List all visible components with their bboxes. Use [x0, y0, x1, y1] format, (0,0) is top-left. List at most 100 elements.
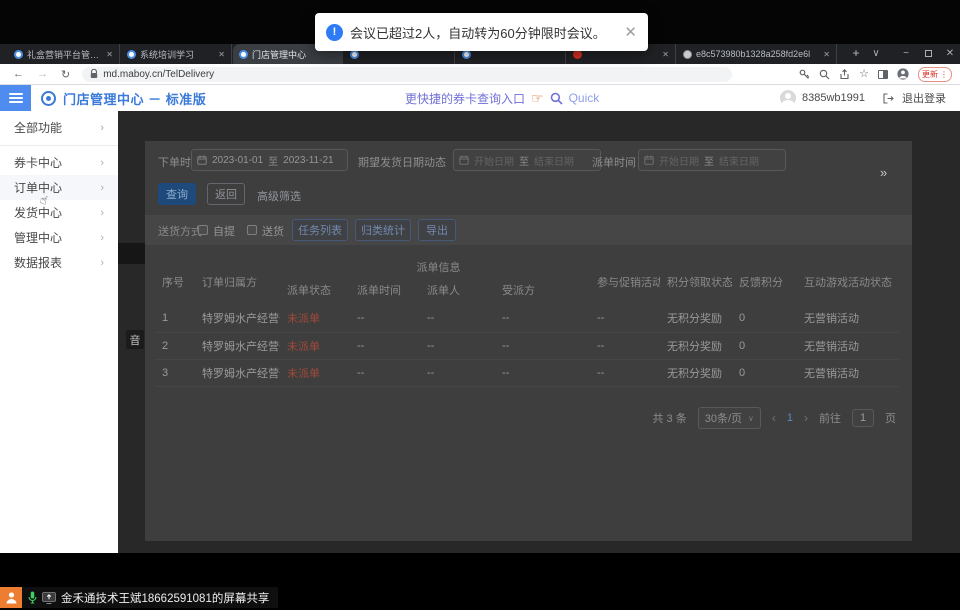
maximize-icon [925, 50, 932, 57]
quick-entry-link[interactable]: 更快捷的券卡查询入口 [405, 90, 525, 107]
col-group-dispatch-info: 派单信息 [280, 259, 590, 275]
window-maximize-button[interactable] [918, 44, 938, 64]
username: 8385wb1991 [802, 92, 865, 104]
back-button[interactable]: 返回 [207, 183, 245, 205]
main-area: 音 全部功能› 券卡中心› 订单中心› 发货中心› 管理中心› 数据报表› ☝ [0, 111, 960, 553]
sharer-avatar [0, 587, 22, 608]
col-game-status: 互动游戏活动状态 [797, 259, 900, 305]
side-panel-icon[interactable] [878, 70, 888, 79]
tab-search-menu-icon[interactable]: ∨ [866, 44, 886, 64]
window-minimize-button[interactable]: − [896, 44, 916, 64]
tab-training[interactable]: 系统培训学习 ✕ [121, 44, 232, 64]
sidebar-item-management-center[interactable]: 管理中心› [0, 225, 118, 250]
share-icon[interactable] [839, 69, 850, 80]
kebab-menu-icon[interactable]: ⋮ [940, 70, 948, 79]
table-row[interactable]: 3特罗姆水产经营部未派单--------无积分奖励0无营销活动 [155, 359, 900, 386]
sidebar: 全部功能› 券卡中心› 订单中心› 发货中心› 管理中心› 数据报表› ☝ [0, 111, 118, 553]
forward-icon[interactable]: → [37, 68, 48, 80]
table-row[interactable]: 1特罗姆水产经营部未派单--------无积分奖励0无营销活动 [155, 305, 900, 332]
col-dispatch-time: 派单时间 [350, 275, 420, 305]
sidebar-item-shipping-center[interactable]: 发货中心› [0, 200, 118, 225]
drawer-toggle-icon[interactable]: » [880, 165, 887, 180]
meeting-notification: ! 会议已超过2人，自动转为60分钟限时会议。 ✕ [315, 13, 648, 51]
close-icon[interactable]: ✕ [624, 23, 637, 41]
tab-close-icon[interactable]: ✕ [218, 50, 225, 59]
tab-close-icon[interactable]: ✕ [662, 50, 669, 59]
delivery-method-label: 送货方式 [158, 223, 202, 239]
zoom-icon[interactable] [819, 69, 830, 80]
tab-close-icon[interactable]: ✕ [106, 50, 113, 59]
microphone-icon [28, 591, 37, 604]
chevron-right-icon: › [100, 257, 104, 269]
screen-share-icon [42, 592, 56, 604]
current-page[interactable]: 1 [787, 412, 793, 424]
advanced-filter-link[interactable]: 高级筛选 [257, 188, 301, 204]
delivery-label[interactable]: 送货 [262, 223, 284, 239]
goto-label: 前往 [819, 410, 841, 426]
chevron-right-icon: › [100, 182, 104, 194]
col-feedback-points: 反馈积分 [732, 259, 797, 305]
chevron-down-icon: ∨ [748, 414, 754, 423]
expect-ship-range-picker[interactable]: 开始日期 至 结束日期 [453, 149, 601, 171]
tab-close-icon[interactable]: ✕ [823, 50, 830, 59]
tab-hash[interactable]: e8c573980b1328a258fd2e6l ✕ [677, 44, 837, 64]
col-dispatcher: 派单人 [420, 275, 495, 305]
user-avatar[interactable] [780, 90, 796, 106]
notification-text: 会议已超过2人，自动转为60分钟限时会议。 [350, 23, 606, 42]
pagination: 共 3 条 30条/页 ∨ ‹ 1 › 前往 1 页 [652, 407, 896, 429]
dimmed-voice-tag: 音 [126, 330, 144, 349]
logout-button[interactable]: 退出登录 [902, 90, 946, 106]
url-text[interactable]: md.maboy.cn/TelDelivery [103, 69, 214, 80]
page-unit: 页 [885, 410, 896, 426]
search-button[interactable]: 查询 [158, 183, 196, 205]
share-status: 金禾通技术王斌18662591081的屏幕共享 [22, 587, 278, 608]
sidebar-item-order-center[interactable]: 订单中心› [0, 175, 118, 200]
quick-label[interactable]: Quick [569, 91, 600, 105]
col-promo: 参与促销活动 [590, 259, 660, 305]
task-list-button[interactable]: 任务列表 [292, 219, 348, 241]
pickup-label[interactable]: 自提 [213, 223, 235, 239]
pickup-checkbox[interactable] [198, 225, 208, 235]
chevron-right-icon: › [100, 157, 104, 169]
app-logo [41, 91, 56, 106]
window-close-button[interactable]: ✕ [940, 44, 960, 64]
goto-page-input[interactable]: 1 [852, 409, 874, 427]
calendar-icon [459, 155, 469, 165]
screen-share-bar: 金禾通技术王斌18662591081的屏幕共享 [0, 587, 278, 608]
site-favicon [127, 50, 136, 59]
logout-icon[interactable] [883, 93, 894, 104]
profile-icon[interactable] [897, 68, 909, 80]
person-icon [5, 591, 18, 604]
hamburger-menu-button[interactable] [0, 85, 31, 111]
bottom-band: 金禾通技术王斌18662591081的屏幕共享 [0, 553, 960, 610]
export-button[interactable]: 导出 [418, 219, 456, 241]
col-dispatch-status: 派单状态 [280, 275, 350, 305]
address-bar[interactable]: md.maboy.cn/TelDelivery [82, 67, 732, 82]
new-tab-button[interactable]: + [848, 46, 864, 62]
page-size-select[interactable]: 30条/页 ∨ [698, 407, 761, 429]
col-points-status: 积分领取状态 [660, 259, 732, 305]
site-favicon [14, 50, 23, 59]
next-page-button[interactable]: › [804, 411, 808, 425]
tab-gift-platform[interactable]: 礼盒营销平台管理中心 ✕ [8, 44, 120, 64]
delivery-checkbox[interactable] [247, 225, 257, 235]
order-time-range-picker[interactable]: 2023-01-01 至 2023-11-21 [191, 149, 348, 171]
back-icon[interactable]: ← [13, 68, 24, 80]
sidebar-item-all-functions[interactable]: 全部功能› [0, 115, 118, 140]
calendar-icon [197, 155, 207, 165]
classify-stats-button[interactable]: 归类统计 [355, 219, 411, 241]
quick-search-icon[interactable] [550, 92, 563, 105]
site-favicon [239, 50, 248, 59]
quick-entry: 更快捷的券卡查询入口 ☞ Quick [405, 90, 599, 107]
dispatch-time-range-picker[interactable]: 开始日期 至 结束日期 [638, 149, 786, 171]
table-row[interactable]: 2特罗姆水产经营部未派单--------无积分奖励0无营销活动 [155, 332, 900, 359]
sidebar-item-data-report[interactable]: 数据报表› [0, 250, 118, 275]
globe-favicon [683, 50, 692, 59]
bookmark-star-icon[interactable]: ☆ [859, 69, 869, 80]
prev-page-button[interactable]: ‹ [772, 411, 776, 425]
orders-table: 序号 订单归属方 派单信息 参与促销活动 积分领取状态 反馈积分 互动游戏活动状… [155, 259, 900, 387]
reload-icon[interactable]: ↻ [61, 68, 70, 81]
browser-update-badge[interactable]: 更新 ⋮ [918, 67, 952, 82]
password-key-icon[interactable] [799, 69, 810, 80]
sidebar-item-coupon-center[interactable]: 券卡中心› [0, 150, 118, 175]
